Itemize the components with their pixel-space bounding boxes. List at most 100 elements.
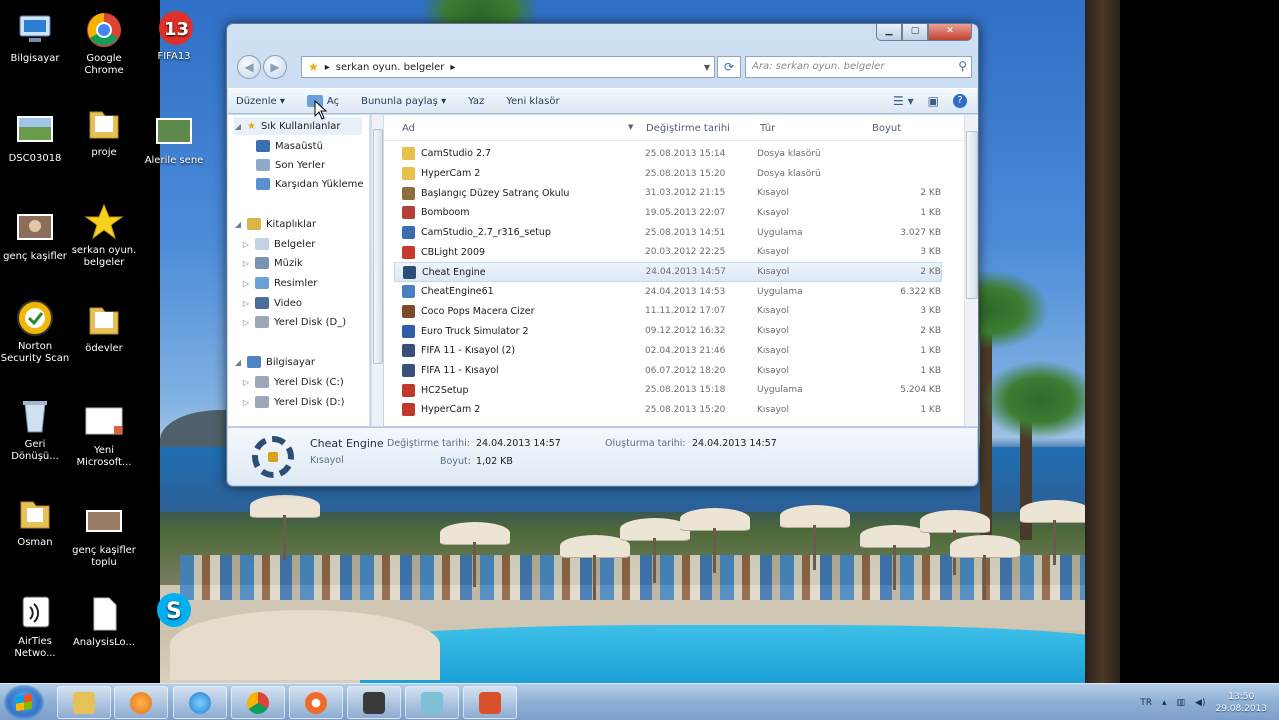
language-indicator[interactable]: TR — [1140, 698, 1152, 708]
star-icon: ★ — [308, 60, 319, 74]
desktop-icon-dsc03018[interactable]: DSC03018 — [0, 110, 70, 165]
collapse-icon[interactable]: ◢ — [234, 122, 242, 131]
back-button[interactable]: ◀ — [237, 55, 261, 79]
desktop-icon-computer[interactable]: Bilgisayar — [0, 10, 70, 65]
address-chevron-end[interactable]: ▸ — [450, 62, 455, 73]
address-bar[interactable]: ★ ▸ serkan oyun. belgeler ▸ ▼ — [301, 56, 715, 78]
minimize-button[interactable]: ▁ — [876, 24, 902, 41]
column-type[interactable]: Tür — [760, 123, 775, 134]
file-row[interactable]: Bomboom 19.05.2013 22:07 Kısayol 1 KB — [394, 203, 942, 223]
taskbar-app-recorder[interactable] — [347, 686, 401, 719]
expand-icon[interactable]: ▷ — [242, 398, 250, 407]
file-row[interactable]: CBLight 2009 20.03.2012 22:25 Kısayol 3 KB — [394, 243, 942, 263]
desktop-icon-osman[interactable]: Osman — [0, 494, 70, 549]
details-created-value: 24.04.2013 14:57 — [692, 438, 777, 449]
desktop-icon-recycle-bin[interactable]: Geri Dönüşü... — [0, 396, 70, 463]
maximize-button[interactable]: ▢ — [902, 24, 928, 41]
desktop-icon-analysislog[interactable]: AnalysisLo... — [69, 594, 139, 649]
nav-local-disk-c[interactable]: ▷ Yerel Disk (C:) — [242, 373, 344, 391]
expand-icon[interactable]: ▷ — [242, 299, 250, 308]
nav-favorites[interactable]: ◢ ★ Sık Kullanılanlar — [234, 117, 362, 135]
help-icon[interactable]: ? — [953, 94, 967, 108]
expand-icon[interactable]: ▷ — [242, 378, 250, 387]
desktop-icon-airties[interactable]: AirTies Netwo... — [0, 593, 70, 660]
nav-desktop[interactable]: Masaüstü — [256, 137, 323, 155]
desktop-icon-chrome[interactable]: Google Chrome — [69, 10, 139, 77]
new-folder-button[interactable]: Yeni klasör — [506, 96, 559, 107]
desktop-icon-genc-kasifler-toplu[interactable]: genç kaşifler toplu — [69, 502, 139, 569]
desktop-icon-alerile-sene[interactable]: Alerile sene — [139, 112, 209, 167]
expand-icon[interactable]: ▷ — [242, 259, 250, 268]
chevron-down-icon[interactable]: ▼ — [704, 63, 710, 72]
navigation-scrollbar[interactable] — [371, 115, 383, 426]
desktop-icon-yeni-microsoft[interactable]: Yeni Microsoft... — [69, 402, 139, 469]
file-row[interactable]: FIFA 11 - Kısayol 06.07.2012 18:20 Kısayol… — [394, 361, 942, 381]
file-row[interactable]: Euro Truck Simulator 2 09.12.2012 16:32 Kı… — [394, 321, 942, 341]
collapse-icon[interactable]: ◢ — [234, 358, 242, 367]
file-row[interactable]: Başlangıç Düzey Satranç Okulu 31.03.2012 … — [394, 183, 942, 203]
taskbar-chrome[interactable] — [231, 686, 285, 719]
preview-pane-icon[interactable]: ▣ — [928, 94, 939, 108]
file-row[interactable]: HyperCam 2 25.08.2013 15:20 Kısayol 1 KB — [394, 400, 942, 420]
file-row[interactable]: HC2Setup 25.08.2013 15:18 Uygulama 5.204 KB — [394, 380, 942, 400]
search-input[interactable]: Ara: serkan oyun. belgeler ⚲ — [745, 56, 972, 78]
nav-local-disk-d-library[interactable]: ▷ Yerel Disk (D_) — [242, 313, 346, 331]
column-date[interactable]: Değiştirme tarihi — [646, 123, 730, 134]
nav-downloads[interactable]: Karşıdan Yükleme — [256, 175, 364, 193]
file-row[interactable]: FIFA 11 - Kısayol (2) 02.04.2013 21:46 Kıs… — [394, 341, 942, 361]
taskbar-internet-explorer[interactable] — [173, 686, 227, 719]
clock[interactable]: 13:50 29.08.2013 — [1215, 691, 1267, 715]
cheat-engine-icon — [252, 436, 294, 478]
file-row[interactable]: Cheat Engine 24.04.2013 14:57 Kısayol 2 KB — [394, 262, 942, 282]
taskbar-app-orange[interactable] — [289, 686, 343, 719]
file-row[interactable]: HyperCam 2 25.08.2013 15:20 Dosya klasörü — [394, 164, 942, 184]
nav-music[interactable]: ▷ Müzik — [242, 254, 303, 272]
start-button[interactable] — [4, 685, 44, 720]
address-folder[interactable]: serkan oyun. belgeler — [336, 62, 445, 73]
nav-documents[interactable]: ▷ Belgeler — [242, 235, 315, 253]
nav-libraries[interactable]: ◢ Kitaplıklar — [234, 215, 316, 233]
taskbar-app-window[interactable] — [405, 686, 459, 719]
file-row[interactable]: CheatEngine61 24.04.2013 14:53 Uygulama 6.3… — [394, 282, 942, 302]
forward-button[interactable]: ▶ — [263, 55, 287, 79]
file-list-scrollbar[interactable] — [964, 115, 978, 426]
refresh-button[interactable]: ⟳ — [717, 56, 741, 78]
desktop-icon-genc-kasifler[interactable]: genç kaşifler — [0, 208, 70, 263]
expand-icon[interactable]: ▷ — [242, 279, 250, 288]
nav-computer[interactable]: ◢ Bilgisayar — [234, 353, 315, 371]
scrollbar-thumb[interactable] — [966, 131, 978, 299]
taskbar-explorer[interactable] — [57, 686, 111, 719]
burn-button[interactable]: Yaz — [468, 96, 484, 107]
nav-video[interactable]: ▷ Video — [242, 294, 302, 312]
collapse-icon[interactable]: ◢ — [234, 220, 242, 229]
file-row[interactable]: CamStudio_2.7_r316_setup 25.08.2013 14:51… — [394, 223, 942, 243]
taskbar-media-player[interactable] — [114, 686, 168, 719]
desktop-icon-skype[interactable]: S — [139, 590, 209, 633]
network-icon[interactable]: ▥ — [1177, 698, 1186, 708]
column-size[interactable]: Boyut — [872, 123, 901, 134]
column-name[interactable]: Ad — [402, 123, 415, 134]
view-options-icon[interactable]: ☰ ▾ — [893, 94, 914, 108]
desktop-icon-odevler[interactable]: ödevler — [69, 300, 139, 355]
nav-recent[interactable]: Son Yerler — [256, 156, 325, 174]
volume-icon[interactable]: ◀) — [1195, 698, 1205, 708]
desktop-icon-fifa13[interactable]: 13 FIFA13 — [139, 8, 209, 63]
share-button[interactable]: Bununla paylaş ▾ — [361, 96, 446, 107]
desktop-icon-norton[interactable]: Norton Security Scan — [0, 298, 70, 365]
nav-local-disk-d[interactable]: ▷ Yerel Disk (D:) — [242, 393, 344, 411]
desktop-icon-serkan-oyun[interactable]: serkan oyun. belgeler — [69, 202, 139, 269]
desktop-icon-proje[interactable]: proje — [69, 104, 139, 159]
file-row[interactable]: Coco Pops Macera Cizer 11.11.2012 17:07 Kı… — [394, 302, 942, 322]
close-button[interactable]: ✕ — [928, 24, 972, 41]
organize-button[interactable]: Düzenle ▾ — [236, 96, 285, 107]
address-chevron[interactable]: ▸ — [325, 62, 330, 73]
file-row[interactable]: CamStudio 2.7 25.08.2013 15:14 Dosya klasö… — [394, 144, 942, 164]
search-icon[interactable]: ⚲ — [958, 59, 967, 73]
expand-icon[interactable]: ▷ — [242, 318, 250, 327]
file-date: 25.08.2013 15:14 — [645, 148, 726, 159]
taskbar-app-game[interactable] — [463, 686, 517, 719]
nav-pictures[interactable]: ▷ Resimler — [242, 274, 317, 292]
scrollbar-thumb[interactable] — [373, 129, 383, 364]
expand-icon[interactable]: ▷ — [242, 240, 250, 249]
tray-expand-icon[interactable]: ▴ — [1162, 698, 1167, 708]
